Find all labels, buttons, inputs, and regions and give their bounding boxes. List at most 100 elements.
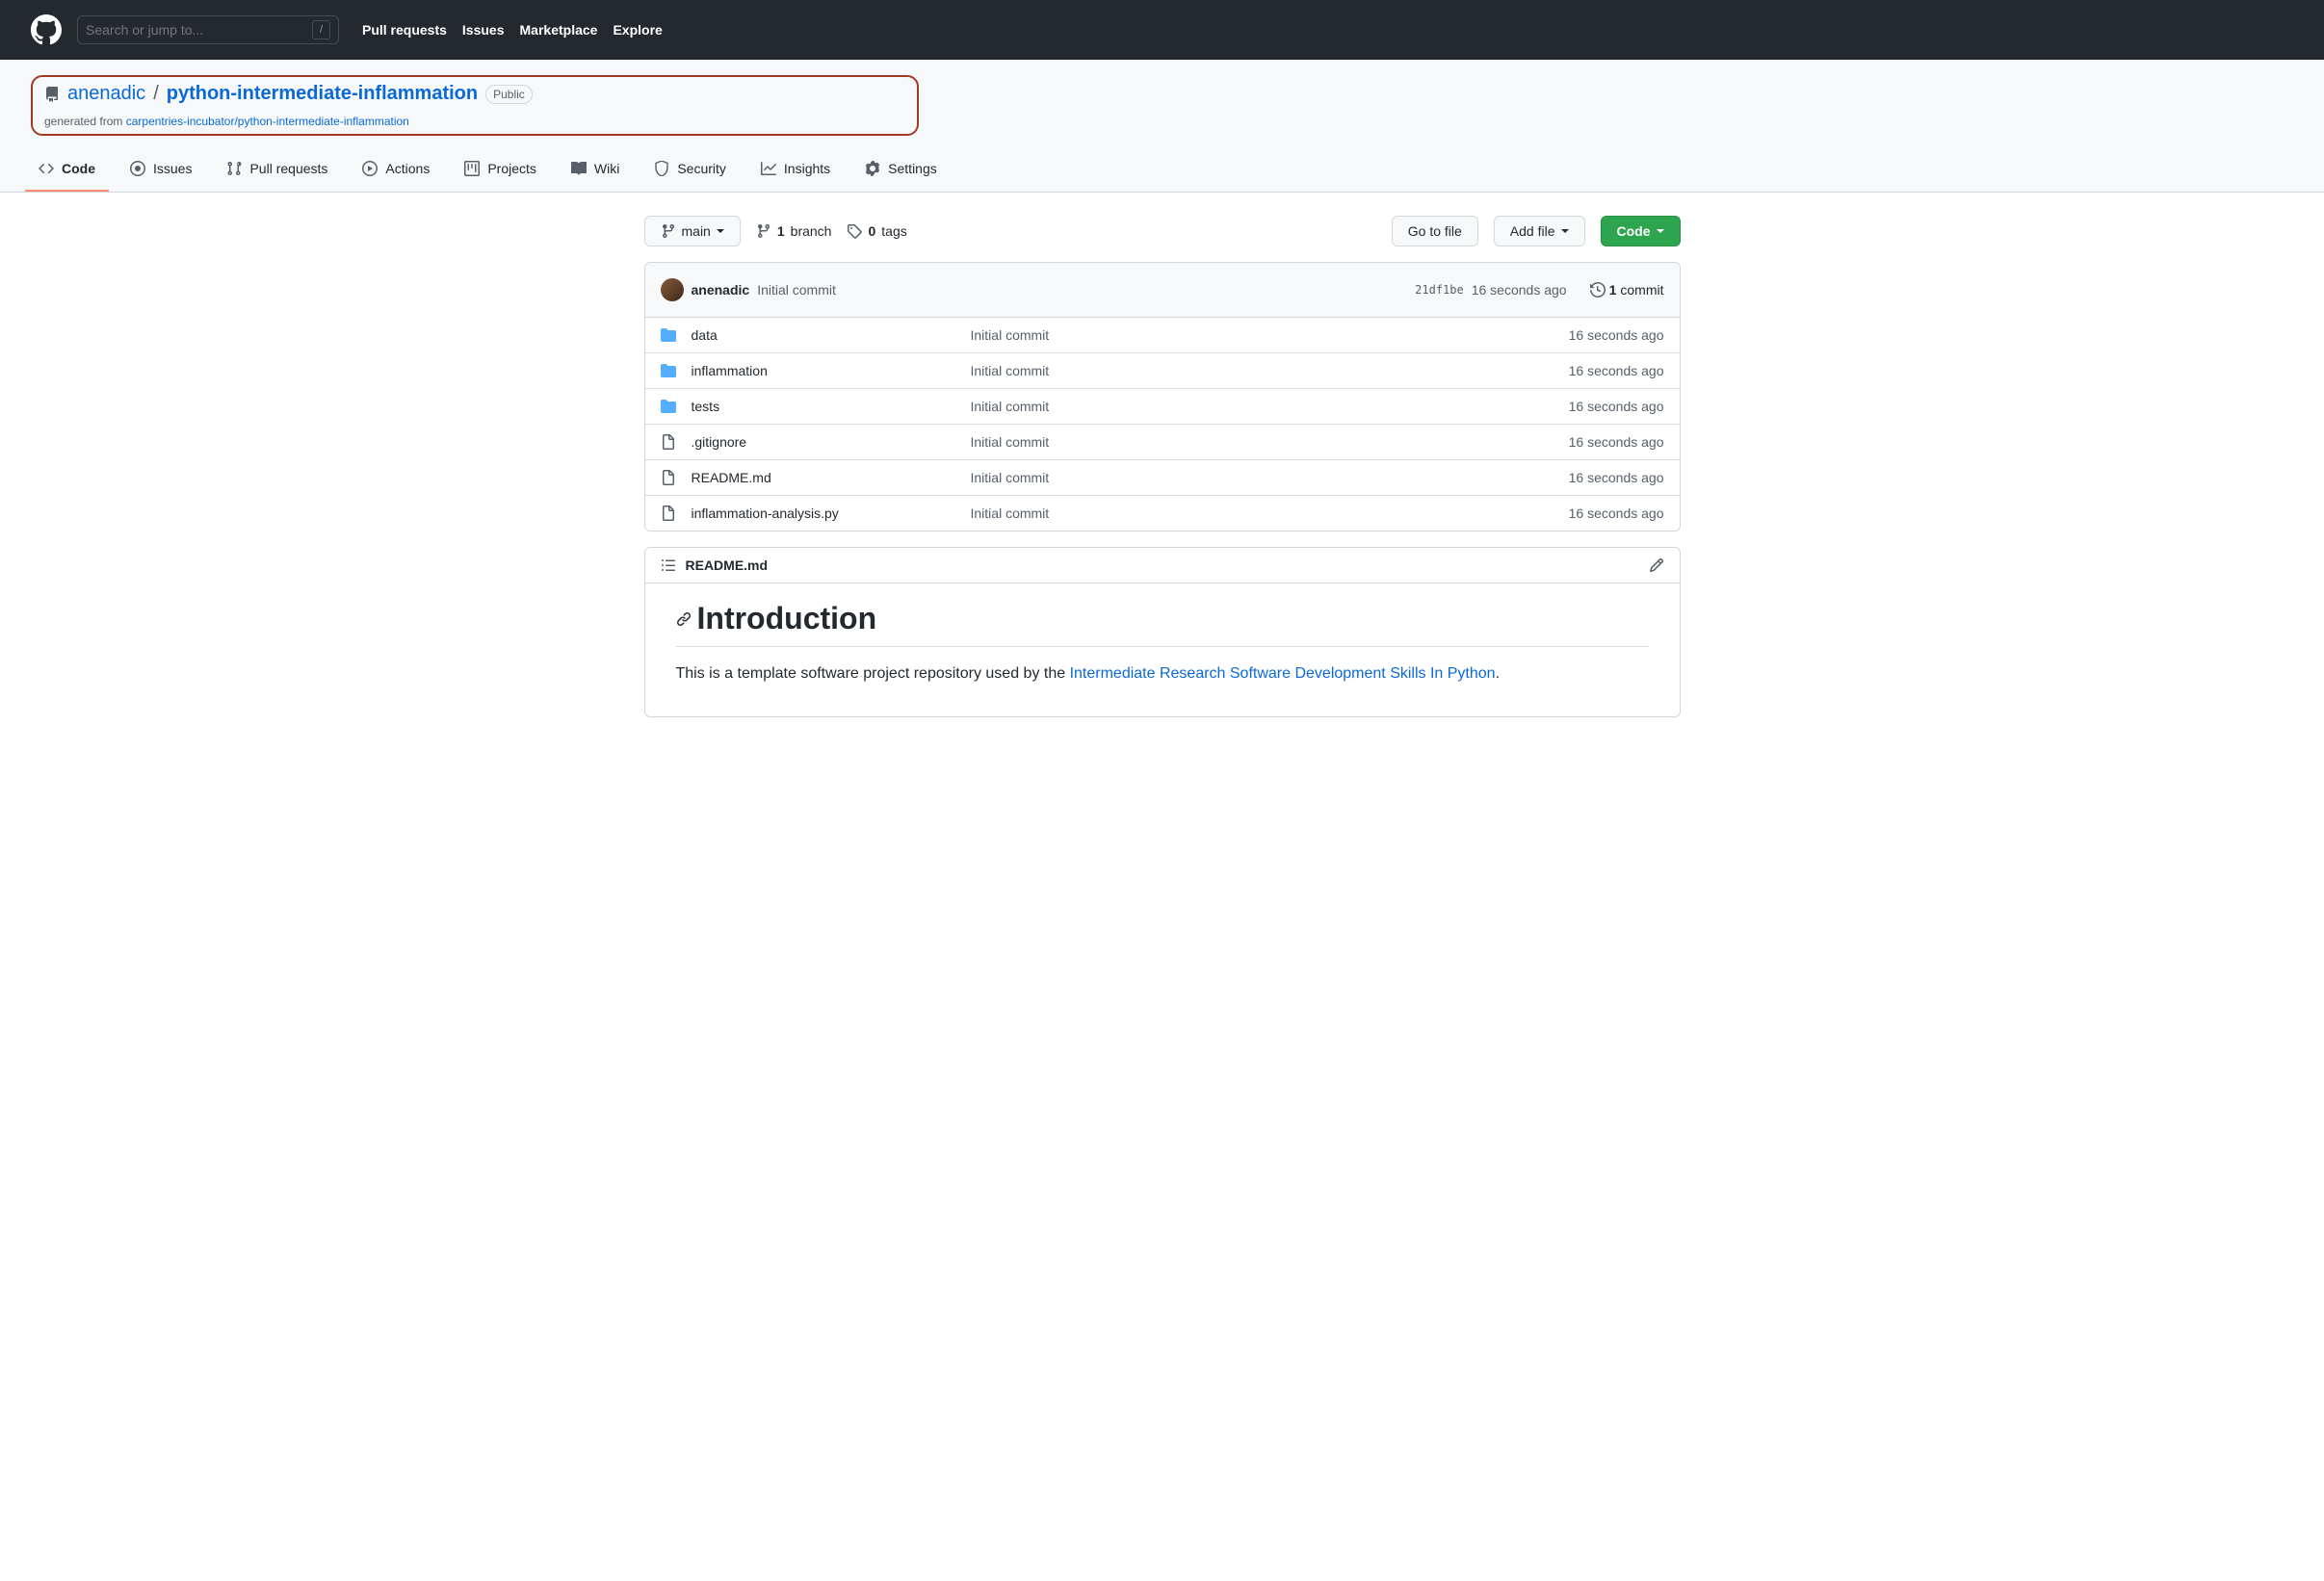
nav-marketplace[interactable]: Marketplace [520,22,598,38]
file-icon [661,470,676,485]
repo-icon [44,87,60,102]
file-commit-message[interactable]: Initial commit [971,399,1569,414]
commit-author[interactable]: anenadic [692,282,750,298]
file-name[interactable]: .gitignore [692,434,971,450]
graph-icon [761,161,776,176]
generated-from-link[interactable]: carpentries-incubator/python-intermediat… [126,115,409,128]
file-toolbar: main 1 branch 0 tags Go to file Add file… [644,216,1681,246]
file-row: README.mdInitial commit16 seconds ago [645,460,1680,496]
file-row: dataInitial commit16 seconds ago [645,318,1680,353]
code-icon [39,161,54,176]
folder-icon [661,399,676,414]
tab-settings[interactable]: Settings [851,153,951,192]
file-commit-message[interactable]: Initial commit [971,505,1569,521]
latest-commit-row: anenadic Initial commit 21df1be 16 secon… [645,263,1680,318]
file-commit-message[interactable]: Initial commit [971,470,1569,485]
commit-sha[interactable]: 21df1be [1415,283,1464,297]
tab-insights[interactable]: Insights [747,153,844,192]
tab-issues[interactable]: Issues [117,153,205,192]
tab-code[interactable]: Code [25,153,109,192]
search-input[interactable] [86,22,312,38]
code-download-button[interactable]: Code [1601,216,1681,246]
link-icon[interactable] [676,611,692,627]
file-icon [661,434,676,450]
history-icon [1590,282,1606,298]
primary-nav: Pull requests Issues Marketplace Explore [362,22,663,38]
avatar[interactable] [661,278,684,301]
readme-paragraph: This is a template software project repo… [676,662,1649,686]
repo-separator: / [153,83,159,105]
file-name[interactable]: data [692,327,971,343]
nav-explore[interactable]: Explore [613,22,662,38]
readme-heading: Introduction [697,601,877,636]
tab-wiki[interactable]: Wiki [558,153,633,192]
tab-actions[interactable]: Actions [349,153,443,192]
chevron-down-icon [1657,229,1664,233]
repo-name-link[interactable]: python-intermediate-inflammation [167,83,478,105]
file-row: testsInitial commit16 seconds ago [645,389,1680,425]
branch-select-button[interactable]: main [644,216,741,246]
readme-filename[interactable]: README.md [686,557,769,573]
file-commit-message[interactable]: Initial commit [971,363,1569,378]
branches-link[interactable]: 1 branch [756,223,832,239]
commits-link[interactable]: 1 commit [1590,282,1664,298]
repo-content: main 1 branch 0 tags Go to file Add file… [644,216,1681,717]
chevron-down-icon [1561,229,1569,233]
file-commit-message[interactable]: Initial commit [971,434,1569,450]
github-logo-icon[interactable] [31,14,62,45]
file-commit-message[interactable]: Initial commit [971,327,1569,343]
tab-pull-requests[interactable]: Pull requests [213,153,341,192]
file-time: 16 seconds ago [1569,505,1664,521]
nav-pull-requests[interactable]: Pull requests [362,22,447,38]
tag-icon [847,223,862,239]
readme-panel: README.md Introduction This is a templat… [644,547,1681,717]
visibility-badge: Public [485,85,533,104]
global-header: / Pull requests Issues Marketplace Explo… [0,0,2324,60]
file-time: 16 seconds ago [1569,434,1664,450]
play-icon [362,161,378,176]
folder-icon [661,327,676,343]
repo-title: anenadic / python-intermediate-inflammat… [31,75,919,136]
tab-security[interactable]: Security [640,153,740,192]
file-name[interactable]: tests [692,399,971,414]
list-icon [661,557,676,573]
gear-icon [865,161,880,176]
repo-header: anenadic / python-intermediate-inflammat… [0,60,2324,193]
folder-icon [661,363,676,378]
readme-course-link[interactable]: Intermediate Research Software Developme… [1070,665,1496,682]
add-file-button[interactable]: Add file [1494,216,1585,246]
file-row: inflammationInitial commit16 seconds ago [645,353,1680,389]
repo-owner-link[interactable]: anenadic [67,83,145,105]
chevron-down-icon [717,229,724,233]
tags-link[interactable]: 0 tags [847,223,906,239]
generated-from: generated from carpentries-incubator/pyt… [44,115,905,128]
nav-issues[interactable]: Issues [462,22,505,38]
commit-message[interactable]: Initial commit [757,282,836,298]
file-icon [661,505,676,521]
search-slash-hint: / [312,20,330,39]
file-time: 16 seconds ago [1569,327,1664,343]
generated-prefix: generated from [44,115,126,128]
repo-tabs: Code Issues Pull requests Actions Projec… [25,153,2293,192]
go-to-file-button[interactable]: Go to file [1392,216,1478,246]
file-time: 16 seconds ago [1569,363,1664,378]
file-listing: anenadic Initial commit 21df1be 16 secon… [644,262,1681,531]
file-name[interactable]: README.md [692,470,971,485]
shield-icon [654,161,669,176]
pencil-icon[interactable] [1649,557,1664,573]
readme-body: Introduction This is a template software… [645,583,1680,716]
git-branch-icon [661,223,676,239]
file-row: .gitignoreInitial commit16 seconds ago [645,425,1680,460]
file-time: 16 seconds ago [1569,399,1664,414]
file-name[interactable]: inflammation [692,363,971,378]
search-box[interactable]: / [77,15,339,44]
commit-time: 16 seconds ago [1472,282,1567,298]
tab-projects[interactable]: Projects [451,153,550,192]
file-row: inflammation-analysis.pyInitial commit16… [645,496,1680,531]
project-icon [464,161,480,176]
issue-icon [130,161,145,176]
readme-header: README.md [645,548,1680,583]
book-icon [571,161,587,176]
file-name[interactable]: inflammation-analysis.py [692,505,971,521]
git-branch-icon [756,223,771,239]
